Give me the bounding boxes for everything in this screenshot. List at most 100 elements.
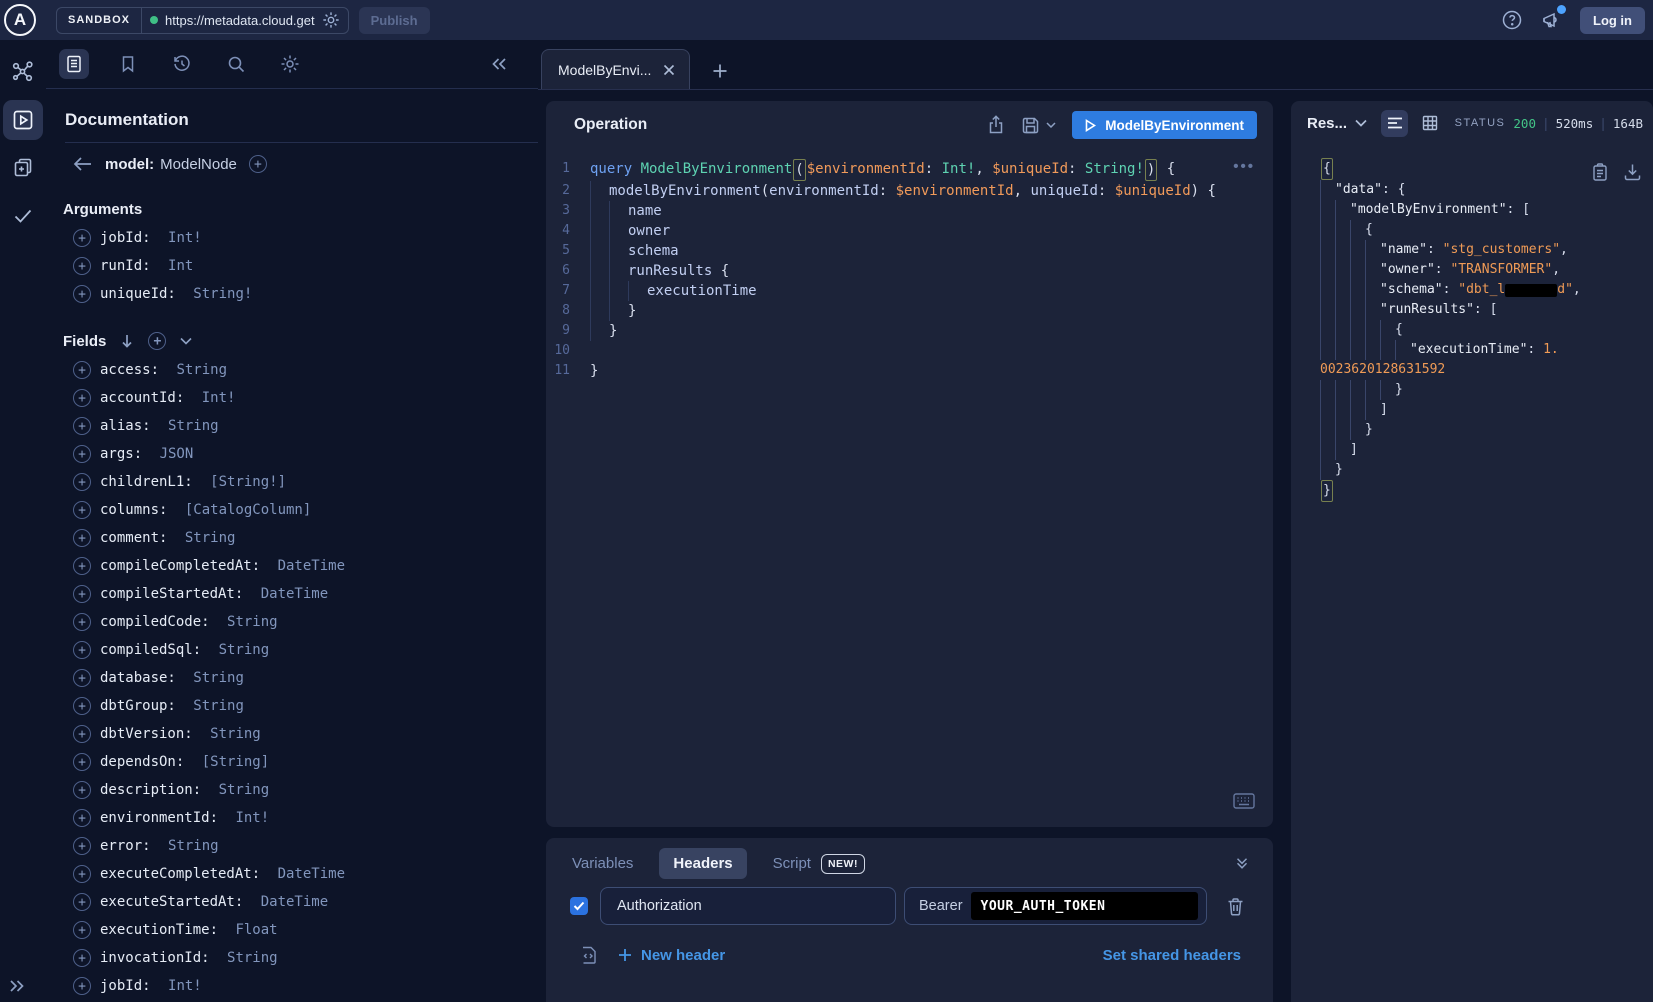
- publish-button[interactable]: Publish: [359, 7, 430, 34]
- operation-tab[interactable]: ModelByEnvi...: [541, 49, 690, 89]
- add-to-query-icon[interactable]: +: [73, 361, 91, 379]
- schema-field-row[interactable]: +comment: String: [46, 524, 538, 552]
- schema-field-row[interactable]: +compiledCode: String: [46, 608, 538, 636]
- keyboard-shortcuts-icon[interactable]: [1233, 793, 1255, 809]
- schema-field-row[interactable]: +invocationId: String: [46, 944, 538, 972]
- login-button[interactable]: Log in: [1580, 7, 1645, 34]
- schema-field-row[interactable]: +environmentId: Int!: [46, 804, 538, 832]
- add-to-query-icon[interactable]: +: [73, 697, 91, 715]
- edit-as-json-icon[interactable]: [580, 945, 598, 965]
- download-response-icon[interactable]: [1624, 163, 1641, 181]
- docs-tab-settings[interactable]: [275, 49, 305, 79]
- set-shared-headers-button[interactable]: Set shared headers: [1103, 947, 1241, 964]
- fields-options-chevron-icon[interactable]: [180, 337, 192, 345]
- add-to-query-icon[interactable]: +: [73, 585, 91, 603]
- add-to-query-icon[interactable]: +: [73, 865, 91, 883]
- add-to-query-icon[interactable]: +: [73, 781, 91, 799]
- add-to-query-icon[interactable]: +: [73, 809, 91, 827]
- query-editor[interactable]: 1query ModelByEnvironment($environmentId…: [546, 159, 1273, 381]
- share-operation-icon[interactable]: [987, 115, 1005, 135]
- endpoint-url-input[interactable]: https://metadata.cloud.get: [142, 8, 348, 33]
- copy-response-icon[interactable]: [1592, 163, 1608, 181]
- back-arrow-icon[interactable]: [73, 156, 93, 172]
- delete-header-icon[interactable]: [1227, 897, 1244, 916]
- schema-field-row[interactable]: +error: String: [46, 832, 538, 860]
- add-to-query-icon[interactable]: +: [73, 501, 91, 519]
- docs-tab-history[interactable]: [167, 49, 197, 79]
- schema-field-row[interactable]: +access: String: [46, 356, 538, 384]
- schema-field-row[interactable]: +compileCompletedAt: DateTime: [46, 552, 538, 580]
- add-to-query-icon[interactable]: +: [73, 613, 91, 631]
- add-to-query-icon[interactable]: +: [73, 949, 91, 967]
- add-to-query-icon[interactable]: +: [73, 753, 91, 771]
- add-to-query-icon[interactable]: +: [73, 977, 91, 995]
- endpoint-settings-gear-icon[interactable]: [322, 11, 340, 29]
- schema-field-row[interactable]: +jobId: Int!: [46, 972, 538, 1000]
- save-operation-icon[interactable]: [1021, 116, 1056, 135]
- schema-field-row[interactable]: +dbtVersion: String: [46, 720, 538, 748]
- sidebar-item-collections[interactable]: [3, 148, 43, 188]
- add-to-query-icon[interactable]: +: [73, 257, 91, 275]
- sidebar-item-checklist[interactable]: [3, 196, 43, 236]
- header-enabled-checkbox[interactable]: [570, 897, 588, 915]
- sort-fields-icon[interactable]: [120, 333, 134, 349]
- add-to-query-icon[interactable]: +: [73, 445, 91, 463]
- add-to-query-icon[interactable]: +: [73, 285, 91, 303]
- help-icon[interactable]: [1501, 9, 1523, 31]
- schema-field-row[interactable]: +compiledSql: String: [46, 636, 538, 664]
- run-operation-button[interactable]: ModelByEnvironment: [1072, 111, 1257, 139]
- docs-tab-search[interactable]: [221, 49, 251, 79]
- raw-view-toggle[interactable]: [1381, 110, 1408, 137]
- editor-more-menu[interactable]: •••: [1233, 158, 1255, 175]
- schema-field-row[interactable]: +compileStartedAt: DateTime: [46, 580, 538, 608]
- add-to-query-icon[interactable]: +: [73, 893, 91, 911]
- sidebar-item-schema[interactable]: [3, 52, 43, 92]
- schema-field-row[interactable]: +executionTime: Float: [46, 916, 538, 944]
- response-dropdown-chevron-icon[interactable]: [1355, 119, 1367, 127]
- docs-tab-documentation[interactable]: [59, 49, 89, 79]
- add-to-query-icon[interactable]: +: [73, 921, 91, 939]
- add-to-query-icon[interactable]: +: [73, 725, 91, 743]
- schema-field-row[interactable]: +childrenL1: [String!]: [46, 468, 538, 496]
- new-header-button[interactable]: New header: [618, 947, 725, 964]
- add-to-query-icon[interactable]: +: [73, 473, 91, 491]
- schema-field-row[interactable]: +args: JSON: [46, 440, 538, 468]
- announcements-megaphone-icon[interactable]: [1540, 9, 1563, 31]
- add-to-query-icon[interactable]: +: [73, 389, 91, 407]
- new-tab-icon[interactable]: [712, 63, 728, 79]
- collapse-docs-icon[interactable]: [490, 56, 508, 72]
- add-to-query-icon[interactable]: +: [73, 529, 91, 547]
- sidebar-item-explorer[interactable]: [3, 100, 43, 140]
- endpoint-url[interactable]: https://metadata.cloud.get: [165, 13, 315, 28]
- schema-field-row[interactable]: +runId: Int: [46, 252, 538, 280]
- expand-rail-icon[interactable]: [8, 978, 26, 994]
- schema-field-row[interactable]: +description: String: [46, 776, 538, 804]
- schema-field-row[interactable]: +alias: String: [46, 412, 538, 440]
- schema-field-row[interactable]: +executeStartedAt: DateTime: [46, 888, 538, 916]
- header-name-input[interactable]: Authorization: [600, 887, 896, 925]
- add-all-fields-icon[interactable]: +: [148, 332, 166, 350]
- schema-field-row[interactable]: +jobId: Int!: [46, 224, 538, 252]
- tab-variables[interactable]: Variables: [572, 848, 633, 879]
- schema-field-row[interactable]: +executeCompletedAt: DateTime: [46, 860, 538, 888]
- add-to-query-icon[interactable]: +: [73, 837, 91, 855]
- add-to-query-icon[interactable]: +: [73, 229, 91, 247]
- table-view-toggle[interactable]: [1416, 110, 1443, 137]
- add-to-query-icon[interactable]: +: [73, 557, 91, 575]
- schema-field-row[interactable]: +uniqueId: String!: [46, 280, 538, 308]
- schema-field-row[interactable]: +dbtGroup: String: [46, 692, 538, 720]
- schema-field-row[interactable]: +database: String: [46, 664, 538, 692]
- collapse-panel-icon[interactable]: [1235, 857, 1249, 871]
- docs-tab-bookmarks[interactable]: [113, 49, 143, 79]
- tab-script[interactable]: Script: [773, 848, 811, 879]
- close-tab-icon[interactable]: [663, 64, 675, 76]
- schema-field-row[interactable]: +dependsOn: [String]: [46, 748, 538, 776]
- tab-headers[interactable]: Headers: [659, 848, 746, 879]
- schema-field-row[interactable]: +columns: [CatalogColumn]: [46, 496, 538, 524]
- header-value-input[interactable]: Bearer YOUR_AUTH_TOKEN: [904, 887, 1207, 925]
- add-to-query-icon[interactable]: +: [73, 669, 91, 687]
- breadcrumb-type[interactable]: ModelNode: [160, 156, 237, 173]
- add-model-icon[interactable]: +: [249, 155, 267, 173]
- save-options-chevron-icon[interactable]: [1046, 122, 1056, 129]
- add-to-query-icon[interactable]: +: [73, 417, 91, 435]
